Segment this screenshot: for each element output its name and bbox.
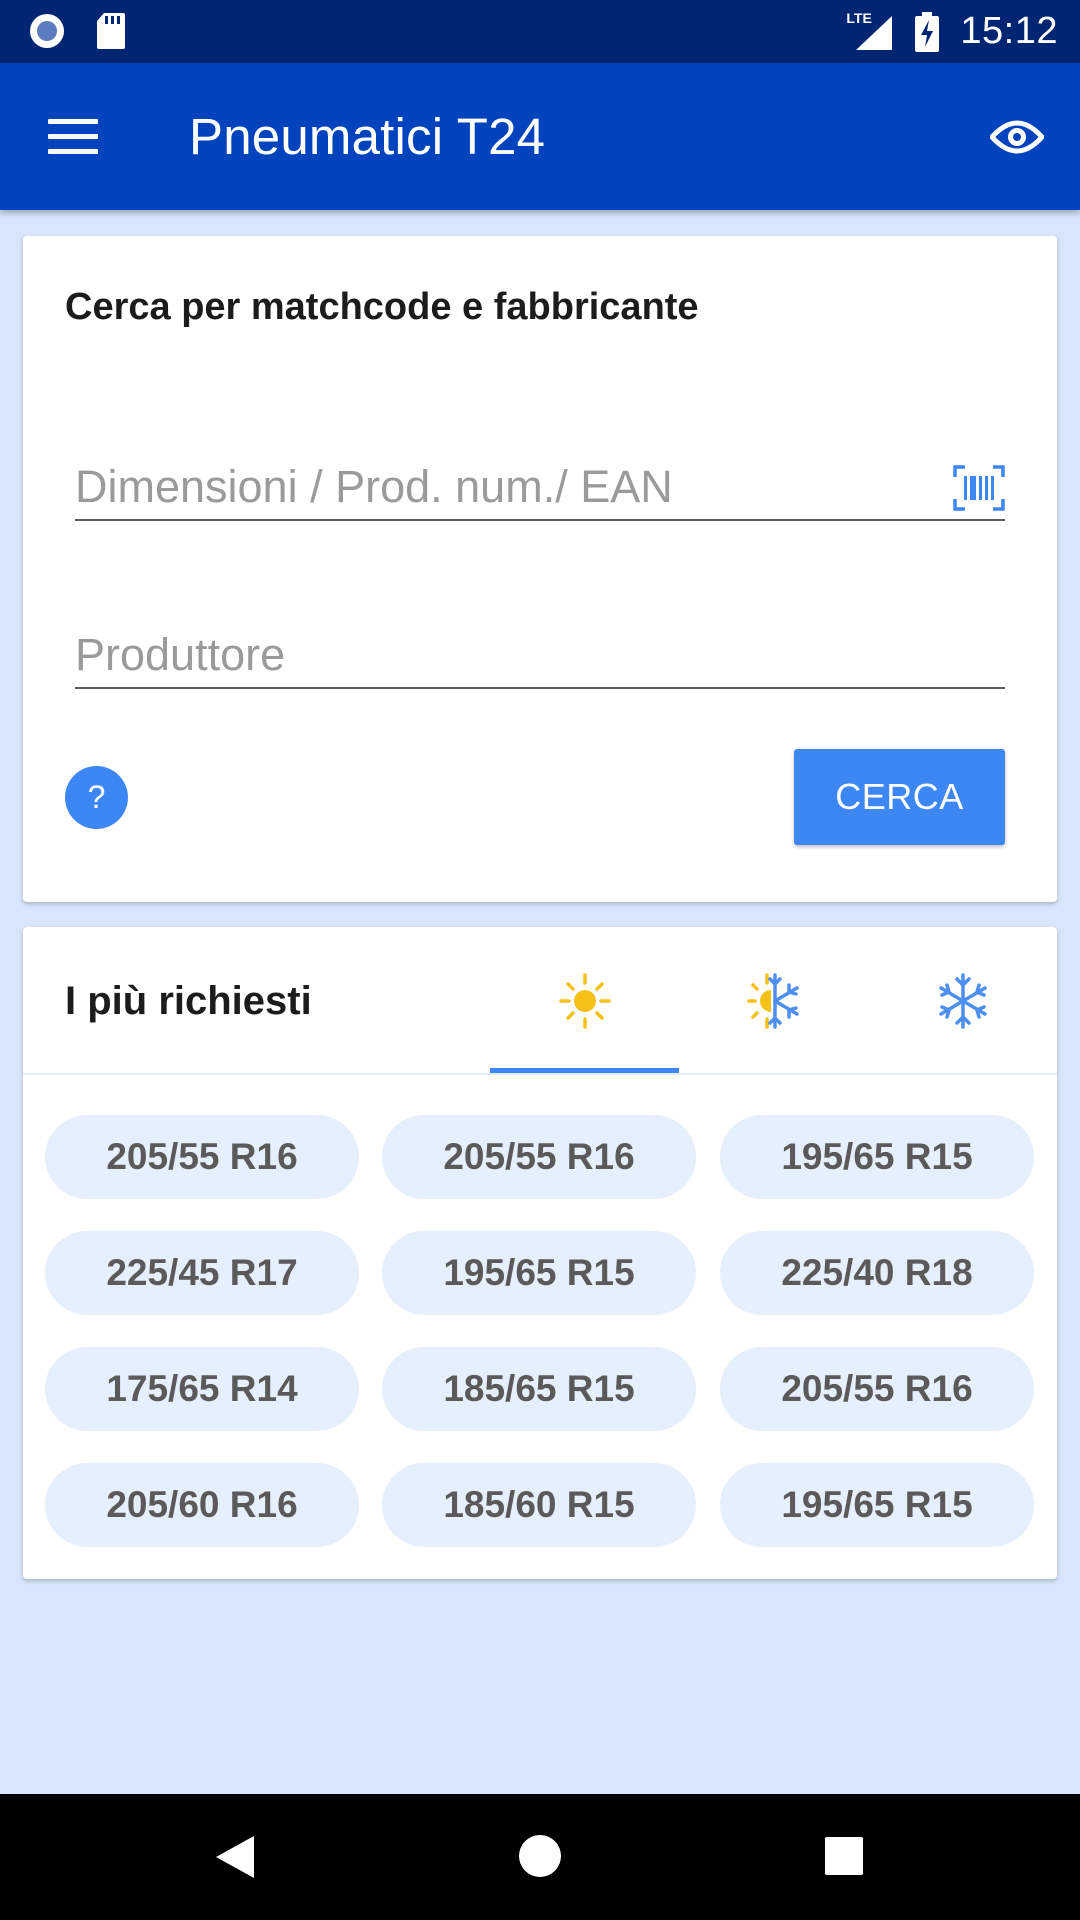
size-chip[interactable]: 195/65 R15 [720, 1463, 1034, 1547]
sun-icon [559, 973, 611, 1029]
tab-summer[interactable] [490, 927, 679, 1073]
size-chip[interactable]: 225/45 R17 [45, 1231, 359, 1315]
size-chip[interactable]: 195/65 R15 [720, 1115, 1034, 1199]
recents-icon[interactable] [824, 1836, 864, 1876]
size-chip[interactable]: 205/60 R16 [45, 1463, 359, 1547]
search-card-heading: Cerca per matchcode e fabbricante [65, 286, 699, 328]
size-chip[interactable]: 205/55 R16 [45, 1115, 359, 1199]
all-season-icon [747, 973, 799, 1029]
tab-all-season[interactable] [679, 927, 868, 1073]
size-chip[interactable]: 185/65 R15 [382, 1347, 696, 1431]
app-title: Pneumatici T24 [189, 108, 546, 165]
tab-divider [23, 1073, 1057, 1075]
home-icon[interactable] [518, 1834, 562, 1878]
popular-sizes-card: I più richiesti 205/55 R16 205/55 R16 19… [23, 927, 1057, 1579]
eye-icon[interactable] [990, 115, 1044, 159]
season-tabs [490, 927, 1057, 1073]
battery-charging-icon [915, 11, 940, 52]
app-bar: Pneumatici T24 [0, 63, 1080, 210]
help-button[interactable]: ? [65, 766, 128, 829]
status-bar: LTE 15:12 [0, 0, 1080, 63]
back-icon[interactable] [214, 1834, 256, 1880]
size-chip[interactable]: 205/55 R16 [382, 1115, 696, 1199]
size-chip[interactable]: 175/65 R14 [45, 1347, 359, 1431]
tab-winter[interactable] [868, 927, 1057, 1073]
sd-card-icon [97, 13, 125, 49]
clock: 15:12 [960, 10, 1058, 52]
manufacturer-input[interactable] [75, 623, 1005, 687]
dimension-field-wrapper [75, 455, 1005, 521]
snowflake-icon [939, 973, 987, 1029]
signal-icon: LTE [846, 10, 894, 52]
popular-heading: I più richiesti [65, 979, 312, 1023]
manufacturer-field-wrapper [75, 623, 1005, 689]
system-nav-bar [0, 1794, 1080, 1920]
record-icon [30, 14, 64, 48]
menu-icon[interactable] [48, 119, 98, 155]
dimension-input[interactable] [75, 455, 1005, 519]
search-card: Cerca per matchcode e fabbricante ? CERC… [23, 236, 1057, 902]
search-button[interactable]: CERCA [794, 749, 1005, 845]
size-chip[interactable]: 185/60 R15 [382, 1463, 696, 1547]
size-chip[interactable]: 225/40 R18 [720, 1231, 1034, 1315]
size-chip[interactable]: 195/65 R15 [382, 1231, 696, 1315]
barcode-scan-icon[interactable] [953, 465, 1005, 511]
size-chip[interactable]: 205/55 R16 [720, 1347, 1034, 1431]
